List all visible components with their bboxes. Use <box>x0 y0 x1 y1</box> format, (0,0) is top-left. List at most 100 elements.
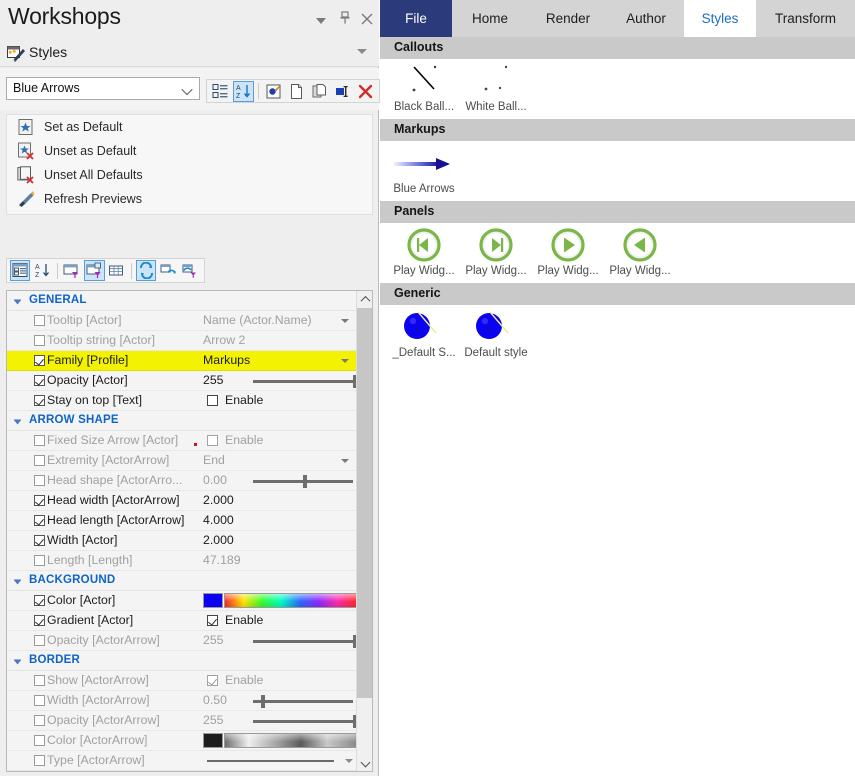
property-slider[interactable] <box>253 695 353 708</box>
property-checkbox[interactable] <box>34 535 45 546</box>
filter-rows-icon[interactable] <box>62 260 82 281</box>
table-view-icon[interactable] <box>107 260 127 281</box>
property-row[interactable]: Stay on top [Text] Enable <box>7 391 357 411</box>
property-value[interactable]: 2.000 <box>203 493 234 507</box>
property-checkbox[interactable] <box>34 315 45 326</box>
property-row[interactable]: Opacity [ActorArrow] 255 <box>7 711 357 731</box>
property-row[interactable]: Head shape [ActorArro... 0.00 <box>7 471 357 491</box>
command-refresh-previews[interactable]: Refresh Previews <box>7 187 372 211</box>
property-slider[interactable] <box>253 375 357 388</box>
ribbon-tab-author[interactable]: Author <box>608 0 684 37</box>
property-value[interactable]: 4.000 <box>203 513 234 527</box>
chevron-down-icon[interactable] <box>312 11 330 29</box>
property-row[interactable]: Tooltip string [Actor] Arrow 2 <box>7 331 357 351</box>
collapse-arrow-icon[interactable] <box>13 579 22 585</box>
property-value[interactable]: 0.00 <box>203 473 227 487</box>
property-enable-checkbox[interactable] <box>207 395 218 406</box>
color-swatch[interactable] <box>203 733 223 748</box>
color-gradient-bar[interactable] <box>224 733 357 748</box>
property-row[interactable]: Color [Actor] <box>7 591 357 611</box>
property-checkbox[interactable] <box>34 375 45 386</box>
sync-filtered-icon[interactable] <box>181 260 201 281</box>
property-checkbox[interactable] <box>34 495 45 506</box>
collapse-arrow-icon[interactable] <box>13 299 22 305</box>
sync-all-icon[interactable] <box>135 260 157 281</box>
property-row[interactable]: Color [ActorArrow] <box>7 731 357 751</box>
new-style-icon[interactable] <box>286 81 307 102</box>
property-slider[interactable] <box>253 635 357 648</box>
gallery-item[interactable]: Blue Arrows <box>388 143 460 195</box>
color-swatch[interactable] <box>203 593 223 608</box>
property-checkbox[interactable] <box>34 715 45 726</box>
property-row[interactable]: Head length [ActorArrow] 4.000 <box>7 511 357 531</box>
property-group-header[interactable]: GENERAL <box>7 291 357 311</box>
property-slider[interactable] <box>253 475 353 488</box>
property-row[interactable]: Opacity [ActorArrow] 255 <box>7 631 357 651</box>
command-set-as-default[interactable]: Set as Default <box>7 115 372 139</box>
property-checkbox[interactable] <box>34 455 45 466</box>
property-enable-checkbox[interactable] <box>207 615 218 626</box>
property-checkbox[interactable] <box>34 615 45 626</box>
duplicate-style-icon[interactable] <box>309 81 330 102</box>
chevron-down-icon[interactable] <box>357 49 367 54</box>
rename-style-icon[interactable] <box>332 81 353 102</box>
property-row[interactable]: Family [Profile] Markups <box>7 351 357 371</box>
property-group-header[interactable]: BORDER <box>7 651 357 671</box>
property-checkbox[interactable] <box>34 675 45 686</box>
slider-knob[interactable] <box>303 475 307 488</box>
property-checkbox[interactable] <box>34 695 45 706</box>
gallery-item[interactable]: White Ball... <box>460 61 532 113</box>
property-value[interactable]: Markups <box>203 353 250 367</box>
property-checkbox[interactable] <box>34 475 45 486</box>
gallery-item[interactable]: Play Widg... <box>532 225 604 277</box>
property-row[interactable]: Extremity [ActorArrow] End <box>7 451 357 471</box>
property-group-header[interactable]: BACKGROUND <box>7 571 357 591</box>
property-checkbox[interactable] <box>34 735 45 746</box>
ribbon-tab-file[interactable]: File <box>380 0 452 37</box>
property-row[interactable]: Fixed Size Arrow [Actor] Enable <box>7 431 357 451</box>
property-row[interactable]: Tooltip [Actor] Name (Actor.Name) <box>7 311 357 331</box>
property-enable-checkbox[interactable] <box>207 435 218 446</box>
property-checkbox[interactable] <box>34 635 45 646</box>
gallery-item[interactable]: _Default S... <box>388 307 460 359</box>
property-value[interactable]: 255 <box>203 633 224 647</box>
styles-section-header[interactable]: Styles <box>0 40 379 67</box>
alphabetical-view-icon[interactable]: A Z <box>32 260 52 281</box>
line-style-preview[interactable] <box>207 760 334 762</box>
property-checkbox[interactable] <box>34 355 45 366</box>
command-unset-all-defaults[interactable]: Unset All Defaults <box>7 163 372 187</box>
edit-style-icon[interactable] <box>263 81 284 102</box>
property-group-header[interactable]: ARROW SHAPE <box>7 411 357 431</box>
gallery-item[interactable]: Play Widg... <box>460 225 532 277</box>
gallery-item[interactable]: Black Ball... <box>388 61 460 113</box>
property-row[interactable]: Show [ActorArrow] Enable <box>7 671 357 691</box>
chevron-down-icon[interactable] <box>341 459 349 463</box>
property-checkbox[interactable] <box>34 555 45 566</box>
scroll-down-icon[interactable] <box>357 754 372 771</box>
property-value[interactable]: 255 <box>203 373 224 387</box>
property-value[interactable]: 47.189 <box>203 553 241 567</box>
property-value[interactable]: End <box>203 453 225 467</box>
chevron-down-icon[interactable] <box>341 319 349 323</box>
property-enable-checkbox[interactable] <box>207 675 218 686</box>
chevron-down-icon[interactable] <box>341 359 349 363</box>
gallery-item[interactable]: Default style <box>460 307 532 359</box>
filter-columns-icon[interactable] <box>84 260 105 281</box>
property-grid-vscrollbar[interactable] <box>356 291 372 771</box>
scrollbar-thumb[interactable] <box>357 308 372 698</box>
group-by-category-icon[interactable] <box>210 81 231 102</box>
pin-icon[interactable] <box>336 11 354 29</box>
property-value[interactable]: 255 <box>203 713 224 727</box>
property-row[interactable]: Width [Actor] 2.000 <box>7 531 357 551</box>
property-slider[interactable] <box>253 715 357 728</box>
sync-selected-icon[interactable] <box>158 260 178 281</box>
property-value[interactable]: 2.000 <box>203 533 234 547</box>
property-row[interactable]: Type [ActorArrow] <box>7 751 357 771</box>
property-row[interactable]: Head width [ActorArrow] 2.000 <box>7 491 357 511</box>
property-row[interactable]: Length [Length] 47.189 <box>7 551 357 571</box>
property-value[interactable]: 0.50 <box>203 693 227 707</box>
ribbon-tab-render[interactable]: Render <box>528 0 608 37</box>
chevron-down-icon[interactable] <box>345 759 353 763</box>
slider-knob[interactable] <box>261 695 265 708</box>
collapse-arrow-icon[interactable] <box>13 659 22 665</box>
